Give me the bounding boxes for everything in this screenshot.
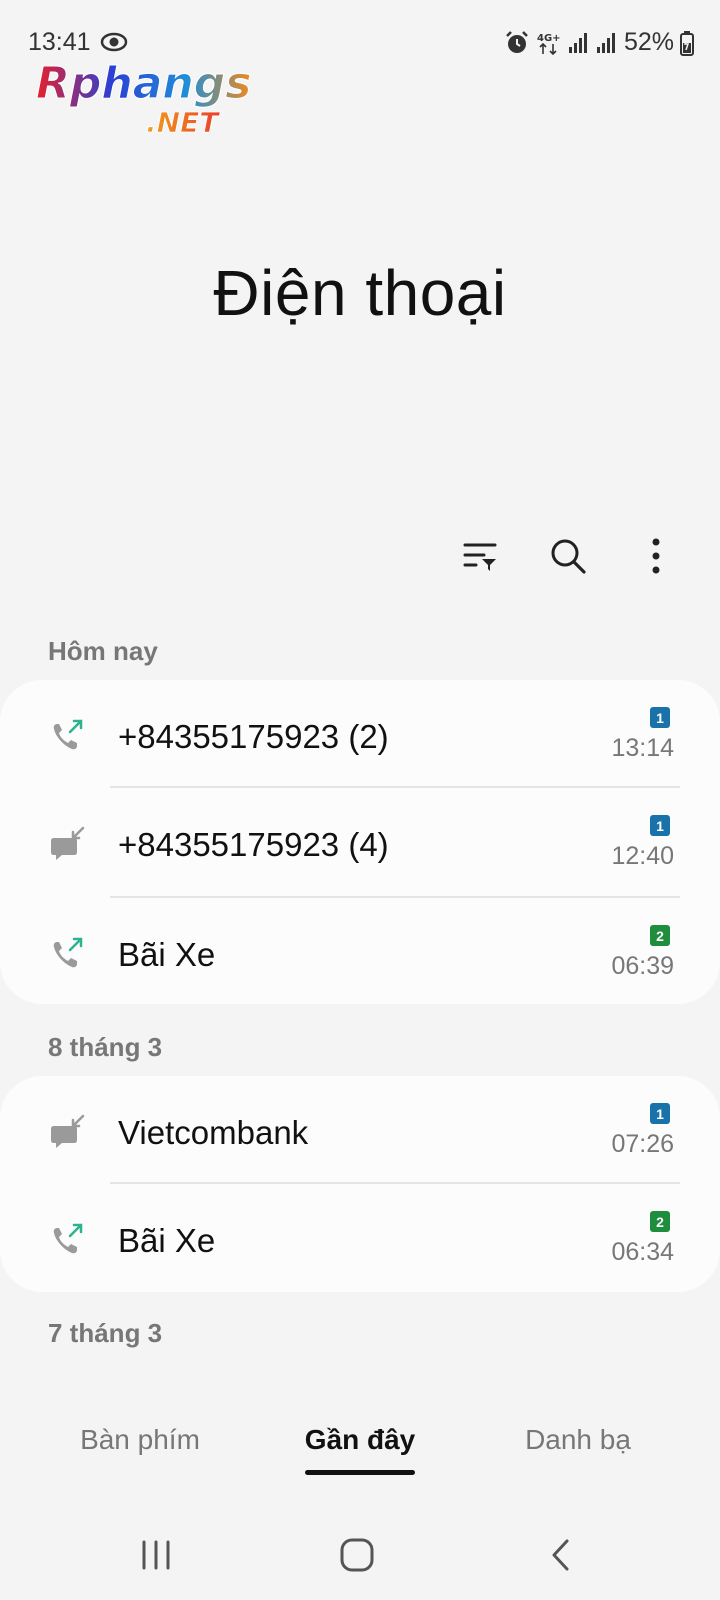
outgoing-call-icon [53, 1223, 83, 1254]
tab-contacts[interactable]: Danh bạ [498, 1424, 658, 1456]
status-icons: 4G+ 52% [504, 28, 694, 57]
tab-recents[interactable]: Gần đây [280, 1424, 440, 1456]
incoming-message-icon [51, 1114, 85, 1148]
battery-icon [680, 30, 694, 56]
sim-badge: 1 [650, 1103, 670, 1124]
toolbar [456, 532, 680, 580]
contact-name: Vietcombank [118, 1114, 309, 1151]
page-title: Điện thoại [213, 257, 507, 329]
more-icon [652, 538, 660, 574]
call-log-row[interactable]: Bãi Xe 2 06:39 [0, 898, 720, 1004]
network-4g-icon: 4G+ [537, 33, 561, 55]
call-log-row[interactable]: Bãi Xe 2 06:34 [0, 1184, 720, 1292]
contact-name: +84355175923 (4) [118, 826, 389, 863]
search-icon [551, 539, 586, 574]
search-button[interactable] [544, 532, 592, 580]
alarm-icon [506, 30, 528, 53]
incoming-message-icon [51, 826, 85, 860]
sim-badge: 1 [650, 707, 670, 728]
sim-badge: 2 [650, 925, 670, 946]
recent-apps-icon [142, 1540, 170, 1570]
battery-percent: 52% [623, 28, 674, 56]
status-time: 13:41 [28, 28, 91, 56]
watermark-line1: Rphangs [36, 58, 251, 109]
more-options-button[interactable] [632, 532, 680, 580]
contact-name: Bãi Xe [118, 936, 216, 973]
filter-button[interactable] [456, 532, 504, 580]
filter-icon [463, 543, 497, 571]
watermark-line2: .NET [146, 106, 220, 139]
call-time: 13:14 [611, 734, 674, 762]
sim-badge: 1 [650, 815, 670, 836]
home-icon [340, 1538, 374, 1572]
call-log-card-today: +84355175923 (2) 1 13:14 +84355175923 (4… [0, 680, 720, 1004]
call-time: 06:39 [611, 952, 674, 980]
home-button[interactable] [332, 1530, 382, 1580]
section-header-today: Hôm nay [48, 636, 158, 666]
contact-name: Bãi Xe [118, 1222, 216, 1259]
svg-text:4G+: 4G+ [537, 33, 561, 44]
back-icon [552, 1539, 569, 1571]
section-header-date: 7 tháng 3 [48, 1318, 163, 1348]
call-time: 06:34 [611, 1238, 674, 1266]
bottom-tabs: Bàn phím Gần đây Danh bạ [0, 1424, 720, 1484]
section-header-date: 8 tháng 3 [48, 1032, 163, 1062]
contact-name: +84355175923 (2) [118, 718, 389, 755]
back-button[interactable] [535, 1530, 585, 1580]
system-navigation-bar [0, 1520, 720, 1590]
call-log-row[interactable]: +84355175923 (4) 1 12:40 [0, 788, 720, 898]
watermark-logo: Rphangs .NET [36, 58, 252, 139]
phone-app-screen: 13:41 4G+ 52% Rphangs .NET Điện thoại Hô… [0, 0, 720, 1600]
signal-sim1-icon [568, 32, 587, 53]
active-tab-indicator [305, 1470, 415, 1475]
outgoing-call-icon [53, 719, 83, 750]
sim-badge: 2 [650, 1211, 670, 1232]
tab-keypad[interactable]: Bàn phím [60, 1424, 220, 1456]
call-log-card-date: Vietcombank 1 07:26 Bãi Xe 2 06:34 [0, 1076, 720, 1292]
signal-sim2-icon [596, 32, 615, 53]
recent-apps-button[interactable] [131, 1530, 181, 1580]
call-time: 07:26 [611, 1130, 674, 1158]
call-time: 12:40 [611, 842, 674, 870]
call-log-row[interactable]: Vietcombank 1 07:26 [0, 1076, 720, 1184]
status-bar: 13:41 4G+ 52% [0, 22, 720, 62]
call-log-row[interactable]: +84355175923 (2) 1 13:14 [0, 680, 720, 788]
outgoing-call-icon [53, 937, 83, 968]
eye-comfort-icon [100, 32, 128, 52]
